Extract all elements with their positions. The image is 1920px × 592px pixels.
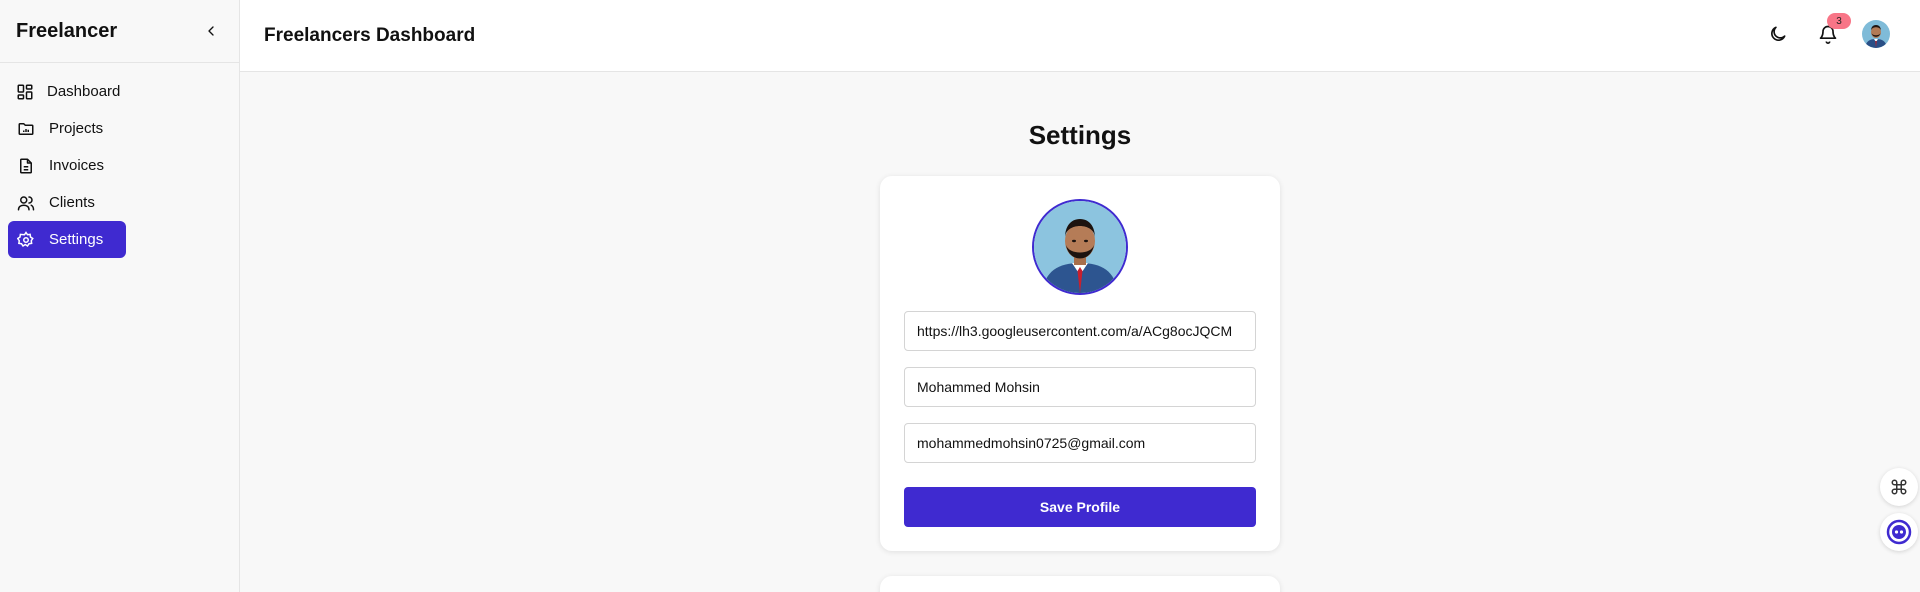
sidebar-item-invoices[interactable]: Invoices bbox=[8, 147, 126, 184]
topbar-actions: 3 bbox=[1744, 13, 1890, 50]
sidebar-item-settings[interactable]: Settings bbox=[8, 221, 126, 258]
page-title: Settings bbox=[1028, 120, 1132, 150]
email-input[interactable] bbox=[904, 423, 1256, 463]
sidebar-item-label: Clients bbox=[49, 194, 95, 211]
save-profile-button[interactable]: Save Profile bbox=[904, 487, 1256, 527]
profile-card: Save Profile bbox=[880, 176, 1280, 551]
assistant-widget-button[interactable] bbox=[1880, 513, 1918, 551]
profile-photo bbox=[1032, 199, 1128, 295]
secondary-card bbox=[880, 576, 1280, 592]
photo-url-input[interactable] bbox=[904, 311, 1256, 351]
user-avatar[interactable] bbox=[1862, 20, 1890, 48]
moon-icon bbox=[1771, 26, 1786, 41]
page-header-title: Freelancers Dashboard bbox=[264, 24, 476, 46]
topbar: Freelancers Dashboard 3 bbox=[240, 0, 1920, 72]
sidebar-nav: Dashboard Projects Invoices Clients Sett… bbox=[0, 63, 239, 258]
theme-toggle-button[interactable] bbox=[1762, 18, 1794, 50]
brand-name: Freelancer bbox=[16, 19, 118, 42]
sidebar-item-label: Projects bbox=[49, 120, 104, 137]
notifications-button[interactable]: 3 bbox=[1812, 13, 1851, 50]
sidebar-item-label: Settings bbox=[49, 231, 104, 248]
sidebar-item-clients[interactable]: Clients bbox=[8, 184, 126, 221]
profile-photo-image bbox=[1034, 201, 1126, 293]
sidebar-item-projects[interactable]: Projects bbox=[8, 110, 126, 147]
name-input[interactable] bbox=[904, 367, 1256, 407]
folder-icon bbox=[16, 119, 36, 139]
user-avatar-image bbox=[1862, 20, 1890, 48]
sidebar-header: Freelancer bbox=[0, 0, 239, 63]
dashboard-icon bbox=[16, 82, 34, 102]
sidebar-item-label: Dashboard bbox=[47, 83, 121, 100]
sidebar-item-label: Invoices bbox=[49, 157, 105, 174]
sidebar: Freelancer Dashboard Projects Invoices C… bbox=[0, 0, 240, 592]
file-icon bbox=[16, 156, 36, 176]
assistant-icon bbox=[1886, 519, 1912, 545]
command-icon bbox=[1891, 479, 1907, 495]
apps-widget-button[interactable] bbox=[1880, 468, 1918, 506]
notification-badge: 3 bbox=[1827, 13, 1851, 29]
chevron-left-icon bbox=[208, 26, 214, 36]
sidebar-item-dashboard[interactable]: Dashboard bbox=[8, 73, 126, 110]
gear-icon bbox=[16, 230, 36, 250]
collapse-sidebar-button[interactable] bbox=[199, 19, 223, 43]
users-icon bbox=[16, 193, 36, 213]
